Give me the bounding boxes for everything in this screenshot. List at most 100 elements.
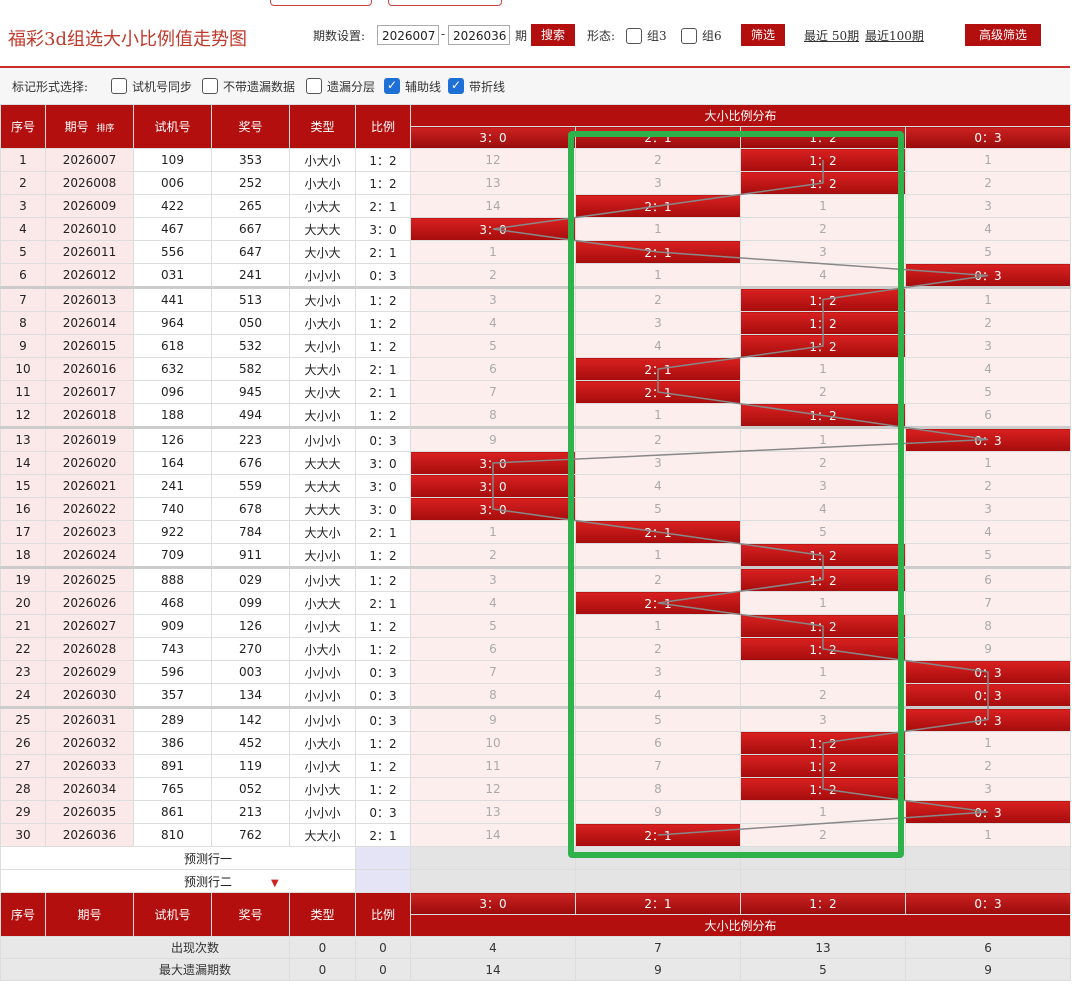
row-test-no: 922 [133, 520, 212, 544]
row-ratio: 2：1 [355, 520, 411, 544]
miss-cell: 6 [410, 637, 576, 661]
row-seq: 9 [0, 334, 46, 358]
predict-row-1-cell[interactable] [740, 846, 906, 870]
miss-cell: 4 [410, 591, 576, 615]
row-period: 2026015 [45, 334, 134, 358]
row-prize-no: 647 [211, 240, 290, 264]
miss-cell: 1 [904, 148, 1072, 172]
miss-cell: 1 [904, 286, 1072, 312]
period-start-input[interactable]: 2026007 [377, 25, 439, 45]
row-prize-no: 559 [211, 474, 290, 498]
row-prize-no: 213 [211, 800, 290, 824]
miss-cell: 13 [410, 800, 576, 824]
row-ratio: 1：2 [355, 148, 411, 172]
period-end-input[interactable]: 2026036 [448, 25, 510, 45]
hit-cell: 3：0 [410, 474, 576, 498]
opt-checkbox-2[interactable] [306, 78, 322, 94]
predict-row-1-ratio[interactable] [355, 846, 411, 870]
table-row: 18 2026024 709 911 大小小 1：2 2 1 1：2 5 [0, 543, 1072, 568]
group3-checkbox[interactable] [626, 28, 642, 44]
table-row: 14 2026020 164 676 大大大 3：0 3：0 3 2 1 [0, 451, 1072, 475]
row-test-no: 743 [133, 637, 212, 661]
row-period: 2026008 [45, 171, 134, 195]
miss-cell: 1 [740, 800, 906, 824]
table-row: 23 2026029 596 003 小小小 0：3 7 3 1 0：3 [0, 660, 1072, 684]
row-period: 2026023 [45, 520, 134, 544]
miss-cell: 2 [740, 380, 906, 404]
miss-cell: 13 [410, 171, 576, 195]
table-row: 20 2026026 468 099 小大大 2：1 4 2：1 1 7 [0, 591, 1072, 615]
row-prize-no: 119 [211, 754, 290, 778]
miss-cell: 1 [575, 614, 741, 638]
opt-label-3: 辅助线 [405, 80, 442, 94]
row-seq: 18 [0, 543, 46, 568]
recent-100-link[interactable]: 最近100期 [865, 27, 924, 44]
table-row: 5 2026011 556 647 大小大 2：1 1 2：1 3 5 [0, 240, 1072, 264]
header-ratio: 比例 [355, 104, 411, 149]
row-seq: 3 [0, 194, 46, 218]
row-period: 2026018 [45, 403, 134, 428]
predict-row-2-cell[interactable] [904, 869, 1072, 893]
opt-checkbox-4[interactable]: ✓ [448, 78, 464, 94]
row-period: 2026028 [45, 637, 134, 661]
miss-cell: 2 [575, 566, 741, 592]
header-period[interactable]: 期号 排序 [45, 104, 134, 149]
hit-cell: 1：2 [740, 543, 906, 568]
hit-cell: 0：3 [904, 263, 1072, 288]
recent-50-link[interactable]: 最近 50期 [804, 27, 859, 44]
miss-cell: 2 [904, 474, 1072, 498]
filter-button[interactable]: 筛选 [741, 24, 785, 46]
row-test-no: 126 [133, 426, 212, 452]
row-seq: 19 [0, 566, 46, 592]
predict-row-2-ratio[interactable] [355, 869, 411, 893]
row-seq: 15 [0, 474, 46, 498]
miss-cell: 1 [740, 660, 906, 684]
predict-row-1-cell[interactable] [410, 846, 576, 870]
row-ratio: 1：2 [355, 171, 411, 195]
table-row: 27 2026033 891 119 小小大 1：2 11 7 1：2 2 [0, 754, 1072, 778]
stats-type: 0 [289, 936, 356, 959]
opt-checkbox-3[interactable]: ✓ [384, 78, 400, 94]
row-prize-no: 126 [211, 614, 290, 638]
predict-row-2-cell[interactable] [575, 869, 741, 893]
miss-cell: 2 [740, 217, 906, 241]
predict-row-1-cell[interactable] [575, 846, 741, 870]
footer-seq: 序号 [0, 892, 46, 937]
row-period: 2026017 [45, 380, 134, 404]
row-period: 2026021 [45, 474, 134, 498]
search-button[interactable]: 搜索 [531, 24, 575, 46]
miss-cell: 6 [904, 403, 1072, 428]
row-test-no: 031 [133, 263, 212, 288]
period-label: 期数设置: [313, 29, 366, 43]
opt-checkbox-0[interactable] [111, 78, 127, 94]
miss-cell: 2 [904, 311, 1072, 335]
hit-cell: 0：3 [904, 706, 1072, 732]
row-seq: 30 [0, 823, 46, 847]
miss-cell: 2 [740, 451, 906, 475]
advanced-filter-button[interactable]: 高级筛选 [965, 24, 1041, 46]
row-test-no: 709 [133, 543, 212, 568]
hit-cell: 1：2 [740, 171, 906, 195]
footer-period: 期号 [45, 892, 134, 937]
row-seq: 13 [0, 426, 46, 452]
table-row: 21 2026027 909 126 小小大 1：2 5 1 1：2 8 [0, 614, 1072, 638]
row-prize-no: 223 [211, 426, 290, 452]
hit-cell: 3：0 [410, 217, 576, 241]
row-period: 2026024 [45, 543, 134, 568]
group6-checkbox[interactable] [681, 28, 697, 44]
table-row: 4 2026010 467 667 大大大 3：0 3：0 1 2 4 [0, 217, 1072, 241]
miss-cell: 9 [410, 426, 576, 452]
row-type: 小小大 [289, 566, 356, 592]
predict-row-2-cell[interactable] [740, 869, 906, 893]
header-dist-col-2: 1：2 [740, 126, 906, 149]
row-ratio: 0：3 [355, 263, 411, 288]
miss-cell: 3 [575, 171, 741, 195]
predict-row-1-cell[interactable] [904, 846, 1072, 870]
row-prize-no: 029 [211, 566, 290, 592]
predict-row-2-cell[interactable] [410, 869, 576, 893]
stats-val: 14 [410, 958, 576, 981]
opt-checkbox-1[interactable] [202, 78, 218, 94]
header-sort-label[interactable]: 排序 [96, 124, 114, 134]
top-tab-2[interactable] [388, 0, 502, 6]
top-tab-1[interactable] [270, 0, 372, 6]
